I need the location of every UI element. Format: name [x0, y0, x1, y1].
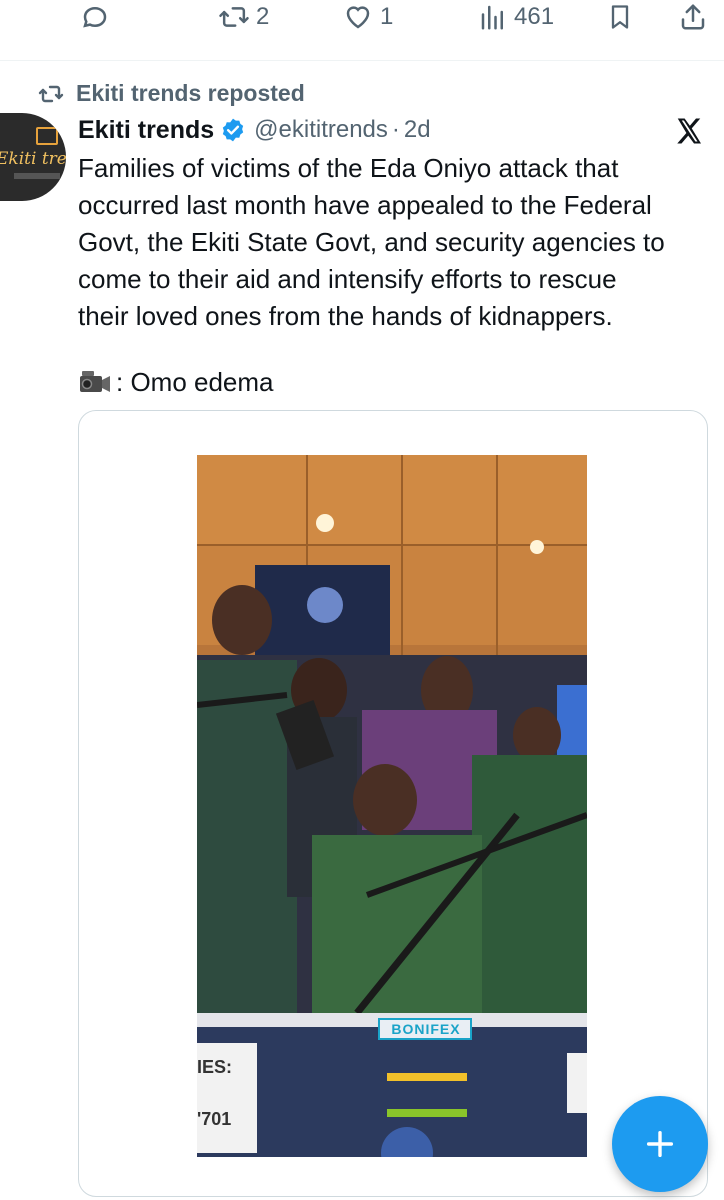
tweet-text: Families of victims of the Eda Oniyo att… — [78, 153, 665, 331]
tweet-time[interactable]: 2d — [404, 116, 431, 144]
tweet-header: Ekiti trends @ekititrends · 2d — [78, 112, 431, 148]
overlay-text-2: '701 — [197, 1109, 232, 1129]
separator-dot: · — [391, 116, 400, 143]
avatar-brand-text: Ekiti trends — [0, 149, 66, 169]
author-handle[interactable]: @ekititrends — [254, 116, 388, 144]
x-logo-icon[interactable] — [674, 116, 704, 146]
share-icon — [681, 4, 705, 30]
tv-icon — [36, 127, 58, 145]
compose-button[interactable] — [612, 1096, 708, 1192]
plus-icon — [646, 1130, 674, 1158]
reply-icon — [83, 6, 107, 28]
repost-count: 2 — [256, 3, 270, 30]
views-count: 461 — [514, 3, 555, 30]
verified-badge-icon — [222, 118, 244, 142]
video-lower-strip: BONIFEX IES: '701 — [197, 1013, 587, 1157]
author-name[interactable]: Ekiti trends — [78, 116, 214, 145]
video-credit: : Omo edema — [78, 365, 274, 399]
media-card[interactable]: BONIFEX IES: '701 — [78, 410, 708, 1197]
tweet-action-bar: 2 1 461 — [0, 0, 724, 60]
video-camera-icon — [80, 371, 110, 392]
heart-icon — [346, 6, 370, 29]
avatar-tagline — [14, 173, 60, 179]
studio-scene-image — [197, 455, 587, 1013]
repost-indicator[interactable]: Ekiti trends reposted — [38, 80, 305, 107]
repost-button[interactable]: 2 — [218, 2, 269, 32]
avatar[interactable]: Ekiti trends — [0, 113, 66, 201]
repost-icon — [219, 7, 249, 27]
views-icon — [481, 5, 503, 30]
tweet-divider — [0, 60, 724, 61]
repost-label: Ekiti trends reposted — [76, 80, 305, 106]
repost-icon — [38, 85, 64, 102]
credit-text: : Omo edema — [116, 367, 274, 397]
like-count: 1 — [380, 3, 394, 30]
video-player[interactable]: BONIFEX IES: '701 — [197, 455, 587, 1157]
overlay-text-1: IES: — [197, 1057, 233, 1077]
bookmark-button[interactable] — [606, 2, 634, 32]
views-button[interactable]: 461 — [478, 2, 554, 32]
bookmark-icon — [611, 5, 629, 29]
reply-button[interactable] — [80, 2, 110, 32]
station-label: BONIFEX — [391, 1021, 461, 1037]
share-button[interactable] — [678, 2, 708, 32]
like-button[interactable]: 1 — [342, 2, 393, 32]
